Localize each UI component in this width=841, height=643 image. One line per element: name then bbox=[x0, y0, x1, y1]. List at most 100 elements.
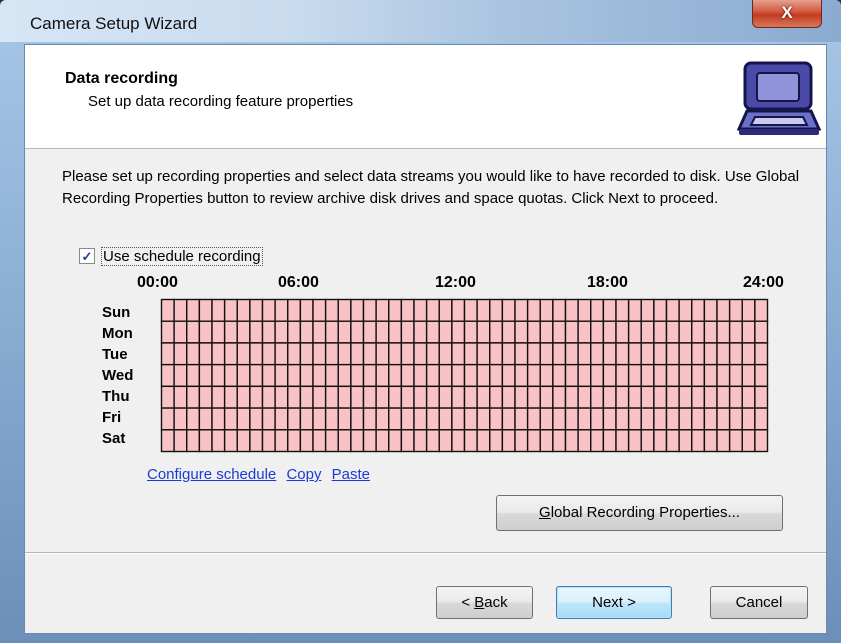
schedule-cell[interactable] bbox=[703, 320, 718, 344]
schedule-cell[interactable] bbox=[324, 320, 339, 344]
schedule-cell[interactable] bbox=[223, 407, 238, 431]
schedule-cell[interactable] bbox=[160, 342, 175, 366]
schedule-cell[interactable] bbox=[312, 298, 327, 322]
schedule-checkbox-label[interactable]: Use schedule recording bbox=[101, 247, 263, 266]
schedule-cell[interactable] bbox=[539, 429, 554, 453]
schedule-cell[interactable] bbox=[501, 320, 516, 344]
schedule-cell[interactable] bbox=[413, 363, 428, 388]
schedule-cell[interactable] bbox=[186, 320, 201, 344]
schedule-cell[interactable] bbox=[539, 407, 554, 431]
schedule-cell[interactable] bbox=[703, 385, 718, 409]
schedule-cell[interactable] bbox=[249, 385, 264, 409]
schedule-cell[interactable] bbox=[312, 363, 327, 388]
schedule-cell[interactable] bbox=[602, 320, 617, 344]
schedule-cell[interactable] bbox=[375, 363, 390, 388]
schedule-cell[interactable] bbox=[413, 298, 428, 322]
schedule-cell[interactable] bbox=[564, 363, 579, 388]
schedule-cell[interactable] bbox=[375, 429, 390, 453]
schedule-cell[interactable] bbox=[590, 385, 605, 409]
schedule-cell[interactable] bbox=[489, 363, 504, 388]
schedule-cell[interactable] bbox=[489, 298, 504, 322]
schedule-cell[interactable] bbox=[577, 363, 592, 388]
schedule-cell[interactable] bbox=[350, 385, 365, 409]
schedule-cell[interactable] bbox=[249, 363, 264, 388]
schedule-cell[interactable] bbox=[223, 342, 238, 366]
schedule-cell[interactable] bbox=[413, 320, 428, 344]
schedule-cell[interactable] bbox=[261, 429, 276, 453]
schedule-cell[interactable] bbox=[400, 363, 415, 388]
schedule-cell[interactable] bbox=[728, 407, 743, 431]
schedule-cell[interactable] bbox=[261, 363, 276, 388]
schedule-cell[interactable] bbox=[754, 363, 769, 388]
schedule-cell[interactable] bbox=[640, 363, 655, 388]
schedule-cell[interactable] bbox=[438, 385, 453, 409]
schedule-cell[interactable] bbox=[728, 320, 743, 344]
schedule-cell[interactable] bbox=[716, 320, 731, 344]
schedule-cell[interactable] bbox=[211, 407, 226, 431]
schedule-cell[interactable] bbox=[350, 320, 365, 344]
schedule-cell[interactable] bbox=[590, 429, 605, 453]
schedule-cell[interactable] bbox=[640, 320, 655, 344]
schedule-cell[interactable] bbox=[476, 385, 491, 409]
schedule-cell[interactable] bbox=[463, 407, 478, 431]
schedule-cell[interactable] bbox=[577, 407, 592, 431]
schedule-cell[interactable] bbox=[211, 385, 226, 409]
schedule-cell[interactable] bbox=[299, 298, 314, 322]
schedule-cell[interactable] bbox=[388, 407, 403, 431]
schedule-cell[interactable] bbox=[741, 429, 756, 453]
schedule-cell[interactable] bbox=[552, 429, 567, 453]
schedule-cell[interactable] bbox=[489, 342, 504, 366]
schedule-cell[interactable] bbox=[337, 429, 352, 453]
schedule-cell[interactable] bbox=[703, 342, 718, 366]
schedule-cell[interactable] bbox=[451, 298, 466, 322]
schedule-cell[interactable] bbox=[198, 407, 213, 431]
schedule-cell[interactable] bbox=[287, 320, 302, 344]
schedule-cell[interactable] bbox=[362, 342, 377, 366]
schedule-cell[interactable] bbox=[186, 363, 201, 388]
schedule-cell[interactable] bbox=[716, 407, 731, 431]
schedule-cell[interactable] bbox=[552, 363, 567, 388]
schedule-cell[interactable] bbox=[539, 363, 554, 388]
schedule-cell[interactable] bbox=[312, 342, 327, 366]
schedule-cell[interactable] bbox=[324, 342, 339, 366]
schedule-cell[interactable] bbox=[375, 320, 390, 344]
schedule-cell[interactable] bbox=[388, 363, 403, 388]
schedule-cell[interactable] bbox=[451, 429, 466, 453]
schedule-cell[interactable] bbox=[324, 298, 339, 322]
schedule-cell[interactable] bbox=[602, 298, 617, 322]
schedule-cell[interactable] bbox=[678, 363, 693, 388]
schedule-cell[interactable] bbox=[514, 363, 529, 388]
schedule-cell[interactable] bbox=[299, 385, 314, 409]
schedule-cell[interactable] bbox=[501, 429, 516, 453]
schedule-cell[interactable] bbox=[425, 429, 440, 453]
schedule-cell[interactable] bbox=[590, 407, 605, 431]
schedule-cell[interactable] bbox=[501, 342, 516, 366]
schedule-cell[interactable] bbox=[514, 429, 529, 453]
schedule-cell[interactable] bbox=[388, 385, 403, 409]
schedule-cell[interactable] bbox=[590, 298, 605, 322]
schedule-cell[interactable] bbox=[754, 385, 769, 409]
schedule-cell[interactable] bbox=[198, 429, 213, 453]
schedule-cell[interactable] bbox=[602, 407, 617, 431]
schedule-cell[interactable] bbox=[526, 342, 541, 366]
schedule-cell[interactable] bbox=[350, 298, 365, 322]
schedule-cell[interactable] bbox=[615, 407, 630, 431]
schedule-cell[interactable] bbox=[299, 363, 314, 388]
schedule-cell[interactable] bbox=[653, 385, 668, 409]
schedule-cell[interactable] bbox=[337, 342, 352, 366]
schedule-cell[interactable] bbox=[438, 342, 453, 366]
schedule-cell[interactable] bbox=[451, 363, 466, 388]
schedule-cell[interactable] bbox=[703, 363, 718, 388]
schedule-cell[interactable] bbox=[501, 385, 516, 409]
schedule-cell[interactable] bbox=[350, 407, 365, 431]
schedule-cell[interactable] bbox=[539, 342, 554, 366]
schedule-cell[interactable] bbox=[526, 363, 541, 388]
schedule-cell[interactable] bbox=[186, 342, 201, 366]
schedule-cell[interactable] bbox=[223, 429, 238, 453]
schedule-cell[interactable] bbox=[552, 385, 567, 409]
schedule-cell[interactable] bbox=[438, 298, 453, 322]
schedule-cell[interactable] bbox=[400, 298, 415, 322]
schedule-cell[interactable] bbox=[362, 320, 377, 344]
schedule-cell[interactable] bbox=[514, 342, 529, 366]
schedule-cell[interactable] bbox=[501, 298, 516, 322]
